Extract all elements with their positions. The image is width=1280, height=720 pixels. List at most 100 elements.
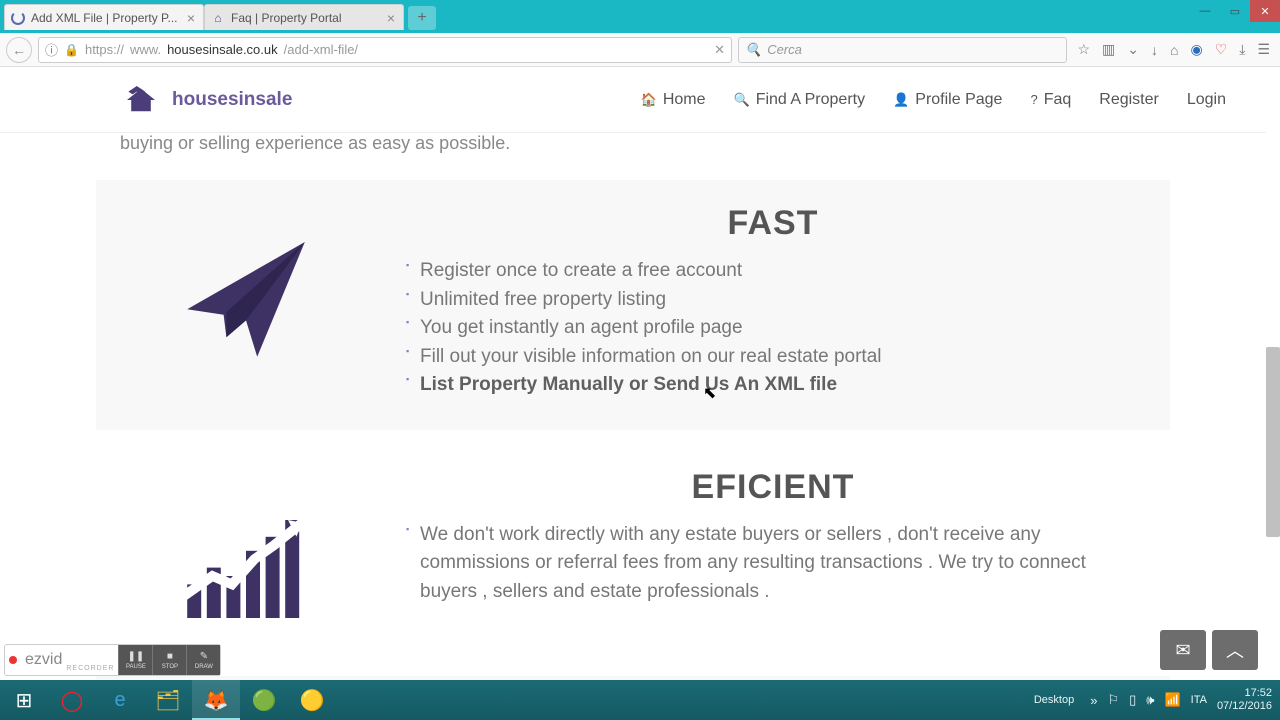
recorder-brand: ezvid [21, 651, 66, 669]
url-scheme: https:// [85, 42, 124, 57]
page-content: buying or selling experience as easy as … [0, 133, 1266, 680]
tab-title: Add XML File | Property P... [31, 11, 179, 25]
recorder-sub: RECORDER [66, 665, 114, 675]
brand-text: housesinsale [172, 89, 292, 111]
library-icon[interactable]: ▥ [1102, 41, 1115, 58]
maximize-button[interactable]: ▭ [1220, 0, 1250, 22]
system-tray: Desktop » ⚐ ▯ 🕪 📶 ITA 17:52 07/12/2016 [1034, 687, 1280, 712]
tab-inactive[interactable]: ⌂ Faq | Property Portal × [204, 4, 404, 30]
window-controls: — ▭ ✕ [1190, 0, 1280, 22]
scrollbar-thumb[interactable] [1266, 347, 1280, 537]
tab-close-icon[interactable]: × [385, 10, 397, 26]
new-tab-button[interactable]: + [408, 6, 436, 30]
nav-login[interactable]: Login [1187, 91, 1226, 109]
stop-icon: ■ [167, 651, 173, 662]
house-icon: ⌂ [211, 11, 225, 25]
section-title: FAST [406, 204, 1140, 243]
home-icon[interactable]: ⌂ [1170, 42, 1178, 58]
tray-overflow-icon[interactable]: » [1090, 693, 1097, 708]
network-icon[interactable]: 🕪 [1146, 692, 1154, 708]
windows-taskbar: ⊞ ◯ e 🗂 🦊 🟢 🟡 Desktop » ⚐ ▯ 🕪 📶 ITA 17:5… [0, 680, 1280, 720]
taskbar-app-chrome2[interactable]: 🟡 [288, 680, 336, 720]
url-www: www. [130, 42, 161, 57]
browser-title-bar: Add XML File | Property P... × ⌂ Faq | P… [0, 0, 1280, 33]
url-path: /add-xml-file/ [284, 42, 358, 57]
fast-bullets: Register once to create a free account U… [406, 257, 1140, 400]
site-nav: 🏠Home 🔍Find A Property 👤Profile Page ?Fa… [641, 91, 1226, 109]
close-button[interactable]: ✕ [1250, 0, 1280, 22]
clock[interactable]: 17:52 07/12/2016 [1217, 687, 1272, 712]
back-button[interactable]: ← [6, 37, 32, 63]
recorder-draw-button[interactable]: ✎DRAW [186, 645, 220, 675]
search-box[interactable]: 🔍 Cerca [738, 37, 1067, 63]
search-placeholder: Cerca [767, 42, 802, 57]
tab-active[interactable]: Add XML File | Property P... × [4, 4, 204, 30]
taskbar-app-explorer[interactable]: 🗂 [144, 680, 192, 720]
browser-toolbar: ← ⓘ 🔒 https:// www. housesinsale.co.uk/add… [0, 33, 1280, 67]
pause-icon: ❚❚ [128, 651, 145, 662]
scroll-top-button[interactable]: ︿ [1212, 630, 1258, 670]
section-efficient: EFICIENT We don't work directly with any… [96, 444, 1170, 662]
list-item: Register once to create a free account [406, 257, 1140, 286]
nav-faq[interactable]: ?Faq [1030, 91, 1071, 109]
recording-dot-icon [9, 656, 17, 664]
menu-icon[interactable]: ☰ [1257, 41, 1270, 58]
nav-find-property[interactable]: 🔍Find A Property [734, 91, 866, 109]
tray-icon[interactable]: ▯ [1129, 692, 1136, 708]
minimize-button[interactable]: — [1190, 0, 1220, 22]
efficient-icon-col [126, 468, 366, 632]
language-indicator[interactable]: ITA [1191, 694, 1207, 706]
fast-icon-col [126, 204, 366, 400]
downloads-icon[interactable]: ↓ [1151, 42, 1158, 58]
recorder-stop-button[interactable]: ■STOP [152, 645, 186, 675]
pocket-icon[interactable]: ⌄ [1127, 41, 1139, 58]
recorder-pause-button[interactable]: ❚❚PAUSE [118, 645, 152, 675]
info-icon[interactable]: ⓘ [45, 40, 58, 59]
taskbar-app-chrome[interactable]: 🟢 [240, 680, 288, 720]
floating-buttons: ✉ ︿ [1160, 630, 1258, 670]
bar-chart-icon [176, 492, 316, 632]
list-item: Fill out your visible information on our… [406, 343, 1140, 372]
show-desktop-label[interactable]: Desktop [1034, 694, 1080, 706]
intro-text-fragment: buying or selling experience as easy as … [0, 133, 1266, 166]
list-item: You get instantly an agent profile page [406, 314, 1140, 343]
page-viewport: housesinsale 🏠Home 🔍Find A Property 👤Pro… [0, 67, 1280, 680]
nav-home[interactable]: 🏠Home [641, 91, 706, 109]
paper-plane-icon [176, 228, 316, 368]
battery-icon[interactable]: 📶 [1164, 692, 1180, 708]
site-logo[interactable]: housesinsale [120, 84, 292, 116]
user-icon: 👤 [893, 92, 909, 108]
url-bar[interactable]: ⓘ 🔒 https:// www. housesinsale.co.uk/add-x… [38, 37, 732, 63]
tab-close-icon[interactable]: × [185, 10, 197, 26]
home-icon: 🏠 [641, 92, 657, 108]
screen-recorder-overlay: ezvid RECORDER ❚❚PAUSE ■STOP ✎DRAW [4, 644, 221, 676]
list-item-bold: List Property Manually or Send Us An XML… [406, 371, 1140, 400]
globe-icon[interactable]: ◉ [1190, 41, 1202, 58]
clear-url-icon[interactable]: ✕ [714, 42, 725, 58]
bookmark-star-icon[interactable]: ☆ [1077, 41, 1090, 58]
tab-title: Faq | Property Portal [231, 11, 379, 25]
loading-icon [11, 11, 25, 25]
search-icon: 🔍 [734, 92, 750, 108]
start-button[interactable]: ⊞ [0, 680, 48, 720]
nav-register[interactable]: Register [1099, 91, 1159, 109]
question-icon: ? [1030, 92, 1037, 107]
site-header: housesinsale 🏠Home 🔍Find A Property 👤Pro… [0, 67, 1266, 133]
section-fast: FAST Register once to create a free acco… [96, 180, 1170, 430]
url-domain: housesinsale.co.uk [167, 42, 278, 57]
save-icon[interactable]: ⤓ [1239, 41, 1245, 58]
shield-icon[interactable]: ♡ [1215, 41, 1228, 58]
flag-icon[interactable]: ⚐ [1107, 692, 1119, 708]
time: 17:52 [1217, 687, 1272, 700]
search-icon: 🔍 [745, 42, 761, 58]
contact-mail-button[interactable]: ✉ [1160, 630, 1206, 670]
browser-tabs: Add XML File | Property P... × ⌂ Faq | P… [0, 0, 436, 30]
lock-icon: 🔒 [64, 43, 79, 57]
list-item: We don't work directly with any estate b… [406, 521, 1140, 607]
taskbar-app-firefox[interactable]: 🦊 [192, 680, 240, 720]
taskbar-app-ie[interactable]: e [96, 680, 144, 720]
efficient-bullets: We don't work directly with any estate b… [406, 521, 1140, 607]
taskbar-app-opera[interactable]: ◯ [48, 680, 96, 720]
pencil-icon: ✎ [200, 651, 208, 662]
nav-profile[interactable]: 👤Profile Page [893, 91, 1002, 109]
